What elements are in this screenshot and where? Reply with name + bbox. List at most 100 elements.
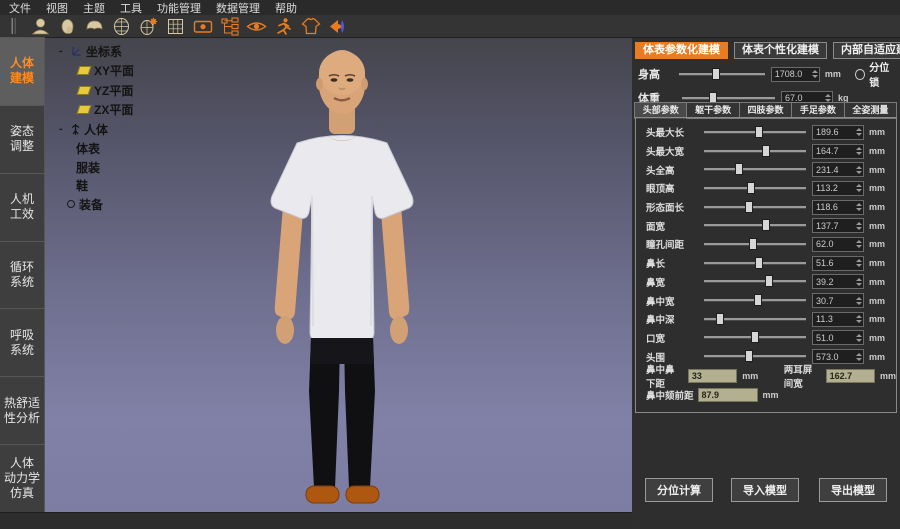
menu-function-management[interactable]: 功能管理 [157,0,201,16]
menu-theme[interactable]: 主题 [83,0,105,16]
param-slider[interactable] [704,350,806,363]
export-model-button[interactable]: 导出模型 [819,478,887,502]
quantile-lock-radio[interactable] [855,69,865,80]
slider-handle[interactable] [755,257,763,269]
sidebar-item-body-dynamics[interactable]: 人体 动力学 仿真 [0,444,45,513]
param-slider[interactable] [704,219,806,232]
param-slider[interactable] [704,238,806,251]
hair-model-icon[interactable] [84,16,105,36]
visibility-eye-icon[interactable] [246,16,267,36]
tree-item-equipment[interactable]: 装备 [67,195,103,213]
param-slider[interactable] [704,275,806,288]
spinner[interactable] [812,68,818,81]
param-value-input[interactable]: 113.2 [812,181,864,196]
param-slider[interactable] [704,313,806,326]
param-value-input[interactable]: 118.6 [812,200,864,215]
tab-internal-adaptive-modeling[interactable]: 内部自适应建模 [833,42,900,59]
slider-handle[interactable] [745,350,753,362]
nose-chin-input[interactable]: 87.9 [698,388,758,402]
drag-handle[interactable] [3,16,24,36]
param-value-input[interactable]: 231.4 [812,162,864,177]
spinner[interactable] [856,163,862,176]
param-value-input[interactable]: 39.2 [812,274,864,289]
slider-handle[interactable] [751,331,759,343]
sidebar-item-respiratory-system[interactable]: 呼吸 系统 [0,308,45,377]
slider-handle[interactable] [712,68,720,80]
quantile-calc-button[interactable]: 分位计算 [645,478,713,502]
nose-subnasal-input[interactable]: 33 [688,369,737,383]
param-slider[interactable] [704,257,806,270]
tree-item-shoes[interactable]: 鞋 [76,177,88,195]
tree-item-yz-plane[interactable]: YZ平面 [78,81,133,99]
param-value-input[interactable]: 62.0 [812,237,864,252]
slider-handle[interactable] [754,294,762,306]
spinner[interactable] [856,145,862,158]
param-slider[interactable] [704,294,806,307]
sidebar-item-thermal-comfort[interactable]: 热舒适 性分析 [0,376,45,445]
spinner[interactable] [856,182,862,195]
spinner[interactable] [856,257,862,270]
tree-item-body-surface[interactable]: 体表 [76,140,100,158]
param-slider[interactable] [704,182,806,195]
tree-expander[interactable]: - [59,45,67,57]
param-value-input[interactable]: 51.0 [812,330,864,345]
human-model[interactable] [227,46,457,508]
menu-help[interactable]: 帮助 [275,0,297,16]
model-tree-icon[interactable] [219,16,240,36]
slider-handle[interactable] [762,145,770,157]
spinner[interactable] [856,238,862,251]
clothing-shirt-icon[interactable] [300,16,321,36]
param-value-input[interactable]: 189.6 [812,125,864,140]
undo-arrow-icon[interactable] [327,16,348,36]
stature-value-input[interactable]: 1708.0 [771,67,820,82]
menu-file[interactable]: 文件 [9,0,31,16]
tab-surface-parametric-modeling[interactable]: 体表参数化建模 [635,42,728,59]
spinner[interactable] [856,275,862,288]
tree-item-coordinate-system[interactable]: - 坐标系 [59,42,122,60]
menu-tools[interactable]: 工具 [120,0,142,16]
mesh-head-settings-icon[interactable] [138,16,159,36]
mesh-head-icon[interactable] [111,16,132,36]
param-value-input[interactable]: 137.7 [812,218,864,233]
spinner[interactable] [856,294,862,307]
spinner[interactable] [856,350,862,363]
tree-item-human-body[interactable]: - 人体 [59,120,108,138]
spinner[interactable] [856,219,862,232]
spinner[interactable] [856,331,862,344]
param-value-input[interactable]: 164.7 [812,144,864,159]
param-value-input[interactable]: 30.7 [812,293,864,308]
mannequin-bust-icon[interactable] [30,16,51,36]
param-slider[interactable] [704,201,806,214]
head-model-icon[interactable] [57,16,78,36]
sidebar-item-circulatory-system[interactable]: 循环 系统 [0,241,45,310]
slider-handle[interactable] [765,275,773,287]
slider-handle[interactable] [755,126,763,138]
motion-run-icon[interactable] [273,16,294,36]
tree-item-xy-plane[interactable]: XY平面 [78,62,134,80]
slider-handle[interactable] [749,238,757,250]
bitragion-breadth-input[interactable]: 162.7 [826,369,875,383]
mesh-grid-icon[interactable] [165,16,186,36]
menu-data-management[interactable]: 数据管理 [216,0,260,16]
slider-handle[interactable] [735,163,743,175]
slider-handle[interactable] [716,313,724,325]
tree-item-zx-plane[interactable]: ZX平面 [78,101,133,119]
tree-expander[interactable]: - [59,123,67,135]
spinner[interactable] [856,313,862,326]
sidebar-item-ergonomics[interactable]: 人机 工效 [0,173,45,242]
import-model-button[interactable]: 导入模型 [731,478,799,502]
spinner[interactable] [856,126,862,139]
display-screen-icon[interactable] [192,16,213,36]
sidebar-item-posture-adjust[interactable]: 姿态 调整 [0,105,45,174]
param-slider[interactable] [704,126,806,139]
menu-view[interactable]: 视图 [46,0,68,16]
param-slider[interactable] [704,145,806,158]
param-value-input[interactable]: 11.3 [812,312,864,327]
slider-handle[interactable] [747,182,755,194]
sidebar-item-human-modeling[interactable]: 人体 建模 [0,37,45,106]
spinner[interactable] [856,201,862,214]
param-value-input[interactable]: 573.0 [812,349,864,364]
param-value-input[interactable]: 51.6 [812,256,864,271]
param-slider[interactable] [704,331,806,344]
stature-slider[interactable] [679,68,765,81]
